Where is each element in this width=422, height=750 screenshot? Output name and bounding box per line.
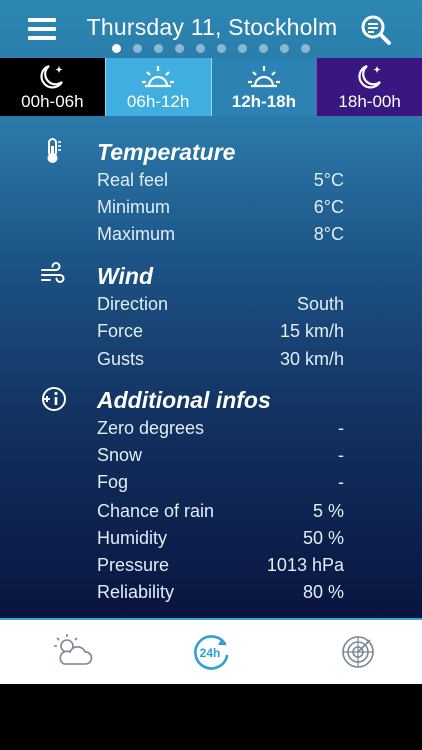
menu-bar — [28, 36, 56, 40]
sun-icon — [247, 66, 280, 88]
page-dot[interactable] — [175, 44, 184, 53]
page-dot[interactable] — [133, 44, 142, 53]
row-value: 50 % — [302, 528, 344, 548]
info-plus-icon — [42, 387, 66, 411]
row-value: 8°C — [313, 224, 344, 244]
search-location-icon[interactable] — [360, 14, 394, 46]
row-value: 1013 hPa — [266, 555, 344, 575]
row-label: Real feel — [97, 170, 169, 190]
24h-label: 24h — [200, 646, 221, 660]
time-range-tabs: 00h-06h 06h-12h 12h-18h 18h-00h — [0, 58, 422, 116]
menu-button[interactable] — [28, 18, 56, 40]
row-label: Pressure — [97, 555, 170, 575]
row-label: Minimum — [97, 197, 171, 217]
wind-icon — [41, 262, 65, 283]
tab-12h-18h[interactable]: 12h-18h — [211, 58, 317, 116]
menu-bar — [28, 27, 56, 31]
page-dot[interactable] — [112, 44, 121, 53]
page-title: Thursday 11, Stockholm — [86, 14, 338, 40]
moon-icon — [40, 64, 64, 89]
tab-label: 00h-06h — [21, 92, 84, 111]
row-label: Chance of rain — [97, 501, 215, 521]
row-value: 5 % — [312, 501, 344, 521]
page-dot[interactable] — [259, 44, 268, 53]
tab-label: 06h-12h — [126, 92, 190, 111]
row-value: 5°C — [313, 170, 344, 190]
row-label: Maximum — [97, 224, 176, 244]
moon-icon — [358, 64, 381, 89]
tab-06h-12h[interactable]: 06h-12h — [104, 58, 212, 116]
row-label: Force — [97, 321, 144, 341]
page-dot[interactable] — [301, 44, 310, 53]
row-value: 15 km/h — [279, 321, 344, 341]
thermometer-icon — [47, 138, 61, 163]
row-value: 6°C — [313, 197, 344, 217]
row-value: South — [296, 294, 344, 314]
page-dot[interactable] — [238, 44, 247, 53]
radar-icon[interactable] — [336, 630, 380, 674]
row-value: 80 % — [302, 582, 344, 602]
row-label: Humidity — [97, 528, 168, 548]
page-dot[interactable] — [196, 44, 205, 53]
row-label: Snow — [97, 445, 143, 465]
bottom-nav: 24h — [0, 618, 422, 684]
row-value: - — [338, 418, 344, 438]
tab-label: 12h-18h — [231, 92, 296, 111]
forecast-details: Temperature Real feel 5°C Minimum 6°C Ma… — [0, 116, 422, 618]
app-header: Thursday 11, Stockholm — [0, 0, 422, 58]
tab-00h-06h[interactable]: 00h-06h — [0, 58, 105, 116]
tab-label: 18h-00h — [338, 92, 401, 111]
row-value: 30 km/h — [279, 349, 344, 369]
row-value: - — [338, 472, 344, 492]
page-dot[interactable] — [154, 44, 163, 53]
row-label: Direction — [97, 294, 169, 314]
row-label: Reliability — [97, 582, 175, 602]
section-title-wind: Wind — [97, 263, 153, 289]
row-label: Zero degrees — [97, 418, 205, 438]
row-value: - — [338, 445, 344, 465]
page-dot[interactable] — [280, 44, 289, 53]
page-dot[interactable] — [217, 44, 226, 53]
weather-cloud-sun-icon[interactable] — [50, 630, 94, 674]
menu-bar — [28, 18, 56, 22]
tab-18h-00h[interactable]: 18h-00h — [316, 58, 422, 116]
section-title-additional-infos: Additional infos — [97, 387, 271, 413]
row-label: Gusts — [97, 349, 145, 369]
24h-forecast-icon[interactable]: 24h — [189, 630, 233, 674]
row-label: Fog — [97, 472, 129, 492]
page-indicator[interactable] — [0, 44, 422, 54]
sunrise-icon — [142, 66, 175, 88]
bottom-black-area — [0, 684, 422, 750]
section-title-temperature: Temperature — [97, 139, 236, 165]
